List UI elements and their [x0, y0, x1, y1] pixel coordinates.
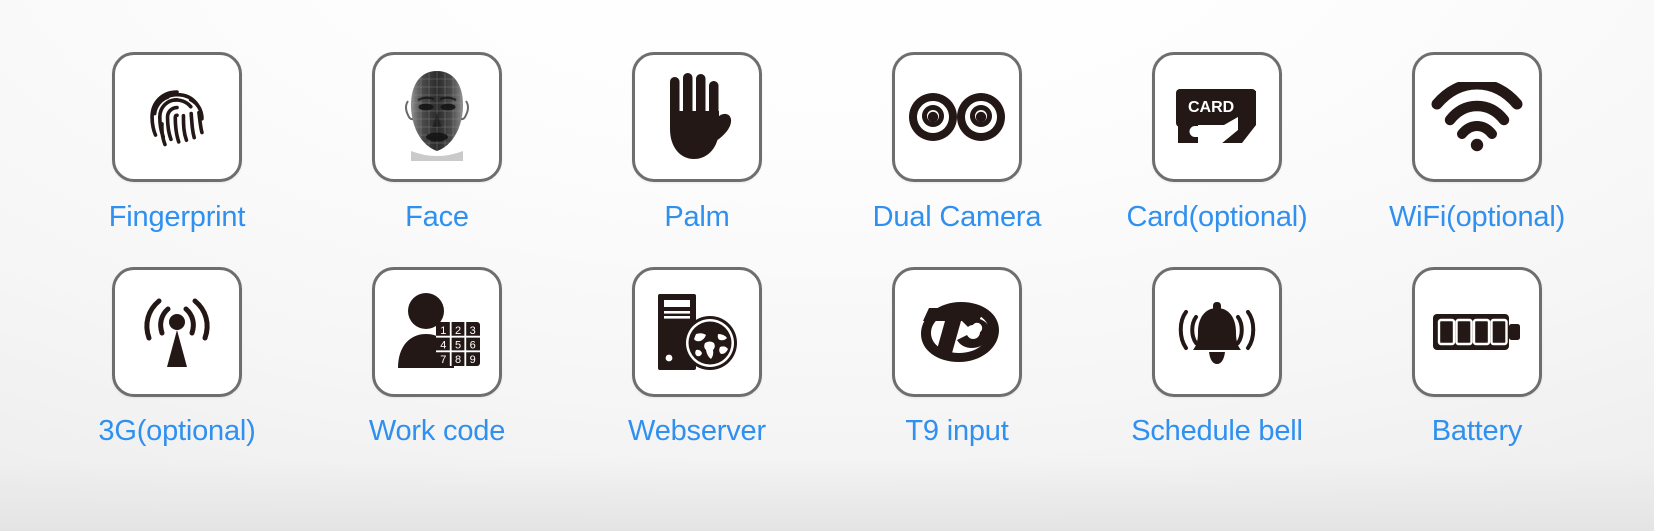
- feature-tile-schedule-bell[interactable]: [1152, 267, 1282, 397]
- keypad-key-3: 3: [470, 325, 476, 337]
- feature-tile-wifi[interactable]: [1412, 52, 1542, 182]
- feature-tile-work-code[interactable]: 1 2 3 4 5 6 7 8 9: [372, 267, 502, 397]
- feature-tile-webserver[interactable]: [632, 267, 762, 397]
- feature-label-face: Face: [405, 201, 469, 233]
- antenna-signal-icon: [135, 291, 219, 373]
- feature-cell-webserver[interactable]: Webserver: [567, 267, 827, 483]
- fingerprint-icon: [134, 74, 220, 160]
- feature-tile-t9-input[interactable]: [892, 267, 1022, 397]
- feature-cell-palm[interactable]: Palm: [567, 52, 827, 267]
- feature-label-wifi: WiFi(optional): [1388, 201, 1566, 233]
- card-swipe-icon: CARD: [1174, 85, 1260, 149]
- feature-cell-schedule-bell[interactable]: Schedule bell: [1087, 267, 1347, 483]
- keypad-key-9: 9: [470, 354, 476, 366]
- feature-cell-dual-camera[interactable]: Dual Camera: [827, 52, 1087, 267]
- feature-tile-card[interactable]: CARD: [1152, 52, 1282, 182]
- feature-label-3g: 3G(optional): [98, 415, 256, 447]
- feature-cell-3g[interactable]: 3G(optional): [47, 267, 307, 483]
- feature-icon-board: Fingerprint Face Palm Dual Camera CARD C…: [0, 0, 1654, 531]
- feature-tile-face[interactable]: [372, 52, 502, 182]
- keypad-key-8: 8: [455, 354, 461, 366]
- feature-label-t9-input: T9 input: [905, 415, 1009, 447]
- face-mesh-icon: [397, 67, 477, 167]
- user-keypad-icon: 1 2 3 4 5 6 7 8 9: [390, 292, 484, 372]
- card-label-text: CARD: [1188, 99, 1234, 116]
- battery-full-icon: [1431, 310, 1523, 354]
- feature-tile-dual-camera[interactable]: [892, 52, 1022, 182]
- feature-label-fingerprint: Fingerprint: [108, 201, 246, 233]
- feature-cell-face[interactable]: Face: [307, 52, 567, 267]
- feature-tile-battery[interactable]: [1412, 267, 1542, 397]
- feature-cell-battery[interactable]: Battery: [1347, 267, 1607, 483]
- feature-tile-fingerprint[interactable]: [112, 52, 242, 182]
- keypad-key-6: 6: [470, 340, 476, 352]
- t9-logo-icon: [911, 294, 1003, 370]
- keypad-key-7: 7: [440, 354, 446, 366]
- feature-grid: Fingerprint Face Palm Dual Camera CARD C…: [47, 0, 1607, 483]
- feature-tile-palm[interactable]: [632, 52, 762, 182]
- dual-camera-icon: [909, 92, 1005, 142]
- keypad-key-5: 5: [455, 340, 461, 352]
- feature-label-card: Card(optional): [1126, 201, 1308, 233]
- server-globe-icon: [652, 290, 742, 374]
- feature-cell-fingerprint[interactable]: Fingerprint: [47, 52, 307, 267]
- ringing-bell-icon: [1171, 294, 1263, 370]
- keypad-key-1: 1: [440, 325, 446, 337]
- feature-cell-card[interactable]: CARD Card(optional): [1087, 52, 1347, 267]
- feature-label-work-code: Work code: [368, 415, 506, 447]
- feature-cell-t9-input[interactable]: T9 input: [827, 267, 1087, 483]
- feature-label-dual-camera: Dual Camera: [872, 201, 1042, 233]
- feature-label-palm: Palm: [664, 201, 730, 233]
- palm-hand-icon: [658, 71, 736, 163]
- wifi-icon: [1431, 82, 1523, 152]
- feature-label-webserver: Webserver: [628, 415, 766, 447]
- keypad-key-2: 2: [455, 325, 461, 337]
- feature-label-battery: Battery: [1431, 415, 1523, 447]
- keypad-key-4: 4: [440, 340, 446, 352]
- feature-cell-work-code[interactable]: 1 2 3 4 5 6 7 8 9 Work code: [307, 267, 567, 483]
- feature-tile-3g[interactable]: [112, 267, 242, 397]
- feature-label-schedule-bell: Schedule bell: [1131, 415, 1303, 447]
- feature-cell-wifi[interactable]: WiFi(optional): [1347, 52, 1607, 267]
